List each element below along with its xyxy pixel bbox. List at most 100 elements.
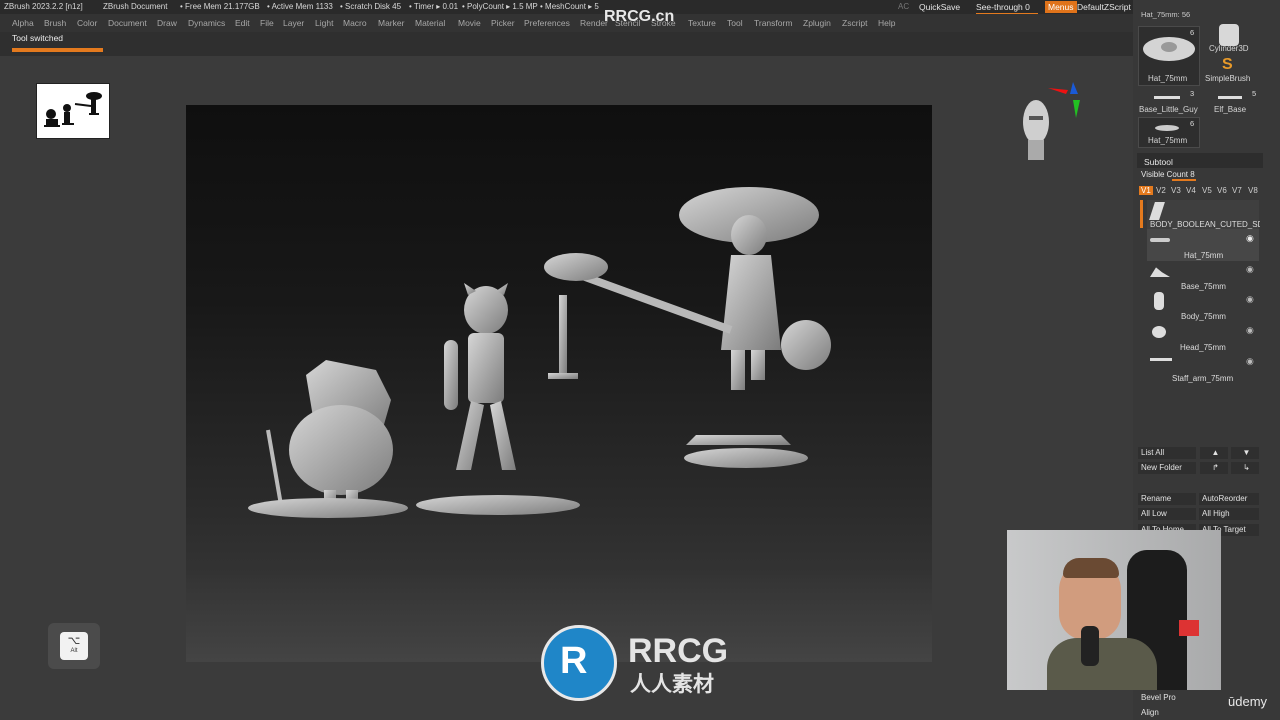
figure-little-guy	[248, 360, 408, 518]
menu-preferences[interactable]: Preferences	[524, 18, 570, 28]
arrow-up-icon[interactable]: ▲	[1200, 447, 1228, 459]
visible-count: Visible Count 8	[1141, 170, 1195, 179]
subtool-label: Hat_75mm	[1184, 251, 1224, 260]
version-tab-v4[interactable]: V4	[1186, 186, 1196, 195]
menu-file[interactable]: File	[260, 18, 274, 28]
tool-count: 3	[1190, 89, 1195, 98]
timer: • Timer ▸ 0.01	[409, 2, 459, 11]
notification-progress	[12, 48, 103, 52]
scratch-disk: • Scratch Disk 45	[340, 2, 402, 11]
version-tab-v6[interactable]: V6	[1217, 186, 1227, 195]
tool-label: Elf_Base	[1214, 105, 1247, 114]
menu-alpha[interactable]: Alpha	[12, 18, 34, 28]
figure-girl-with-staff	[544, 187, 831, 468]
figure-elf	[416, 283, 580, 515]
watermark-top: RRCG.cn	[604, 8, 675, 25]
meshcount: • MeshCount ▸ 5	[540, 2, 599, 11]
menu-picker[interactable]: Picker	[491, 18, 515, 28]
menu-help[interactable]: Help	[878, 18, 895, 28]
elf-base-thumb-icon[interactable]	[1218, 96, 1242, 99]
eye-icon[interactable]: ◉	[1246, 264, 1254, 275]
hair-shape	[1063, 558, 1119, 578]
webcam-overlay	[1007, 530, 1221, 690]
version-tab-v8[interactable]: V8	[1248, 186, 1258, 195]
subtool-label: BODY_BOOLEAN_CUTED_SDM	[1150, 220, 1260, 229]
version-tab-v1[interactable]: V1	[1139, 186, 1153, 195]
menu-tool[interactable]: Tool	[727, 18, 743, 28]
thumbnail-figures-icon	[44, 92, 102, 127]
menu-layer[interactable]: Layer	[283, 18, 304, 28]
menu-dynamics[interactable]: Dynamics	[188, 18, 225, 28]
simplebrush-icon[interactable]: S	[1222, 56, 1233, 74]
menu-marker[interactable]: Marker	[378, 18, 404, 28]
alt-key-indicator: ⌥ Alt	[48, 623, 100, 669]
default-zscript-button[interactable]: DefaultZScript	[1077, 1, 1131, 13]
alt-key-label: Alt	[70, 648, 78, 654]
staff-arm-subtool-icon	[1150, 358, 1172, 361]
rrcg-logo-icon: R	[541, 625, 617, 701]
quicksave-button[interactable]: QuickSave	[919, 1, 960, 13]
tool-count: 6	[1190, 28, 1195, 37]
menus-toggle[interactable]: Menus	[1045, 1, 1077, 13]
document-thumbnail[interactable]	[36, 83, 110, 139]
menu-material[interactable]: Material	[415, 18, 445, 28]
eye-icon[interactable]: ◉	[1246, 356, 1254, 367]
tool-label: Hat_75mm	[1148, 136, 1188, 145]
notification-strip	[0, 32, 1133, 56]
tool-count: 6	[1190, 119, 1195, 128]
version-tab-v3[interactable]: V3	[1171, 186, 1181, 195]
shirt-shape	[1047, 638, 1157, 690]
subtool-label: Base_75mm	[1181, 282, 1226, 291]
menu-movie[interactable]: Movie	[458, 18, 481, 28]
menu-texture[interactable]: Texture	[688, 18, 716, 28]
menu-transform[interactable]: Transform	[754, 18, 792, 28]
rrcg-logo-text: RRCG	[628, 632, 729, 670]
navigation-gizmo[interactable]	[1018, 80, 1088, 165]
version-tab-v2[interactable]: V2	[1156, 186, 1166, 195]
rename-button[interactable]: Rename	[1138, 493, 1196, 505]
menu-zplugin[interactable]: Zplugin	[803, 18, 831, 28]
tool-top-label: Hat_75mm: 56	[1141, 10, 1191, 19]
move-down-folder-icon[interactable]: ↳	[1231, 462, 1259, 474]
menu-draw[interactable]: Draw	[157, 18, 177, 28]
eye-icon[interactable]: ◉	[1246, 294, 1254, 305]
scene-figures	[248, 187, 831, 518]
move-up-folder-icon[interactable]: ↱	[1200, 462, 1228, 474]
menu-macro[interactable]: Macro	[343, 18, 367, 28]
subtool-label: Staff_arm_75mm	[1172, 374, 1234, 383]
free-mem: • Free Mem 21.177GB	[180, 2, 260, 11]
align-menu[interactable]: Align	[1138, 707, 1218, 719]
tool-label: Hat_75mm	[1148, 74, 1188, 83]
visible-count-slider[interactable]	[1172, 179, 1196, 181]
ac-label: AC	[898, 2, 910, 11]
active-subtool-marker	[1140, 200, 1143, 228]
active-mem: • Active Mem 1133	[267, 2, 333, 11]
rrcg-logo-subtext: 人人素材	[630, 673, 714, 696]
auto-reorder-button[interactable]: AutoReorder	[1199, 493, 1259, 505]
new-folder-button[interactable]: New Folder	[1138, 462, 1196, 474]
menu-light[interactable]: Light	[315, 18, 333, 28]
udemy-watermark: ūdemy	[1228, 694, 1268, 709]
eye-icon[interactable]: ◉	[1246, 233, 1254, 244]
eye-icon[interactable]: ◉	[1246, 325, 1254, 336]
menu-edit[interactable]: Edit	[235, 18, 250, 28]
list-all-button[interactable]: List All	[1138, 447, 1196, 459]
menu-color[interactable]: Color	[77, 18, 97, 28]
app-title: ZBrush 2023.2.2 [n1z]	[4, 2, 83, 11]
hat-subtool-icon	[1150, 238, 1170, 242]
all-low-button[interactable]: All Low	[1138, 508, 1196, 520]
base-little-guy-thumb-icon[interactable]	[1154, 96, 1180, 99]
all-high-button[interactable]: All High	[1199, 508, 1259, 520]
menu-brush[interactable]: Brush	[44, 18, 66, 28]
bevel-pro-menu[interactable]: Bevel Pro	[1138, 692, 1218, 704]
version-tab-v7[interactable]: V7	[1232, 186, 1242, 195]
menu-zscript[interactable]: Zscript	[842, 18, 868, 28]
menu-document[interactable]: Document	[108, 18, 147, 28]
see-through-slider[interactable]: See-through 0	[976, 1, 1038, 15]
subtool-title: Subtool	[1144, 157, 1173, 167]
body-figure-icon	[1154, 292, 1164, 310]
arrow-down-icon[interactable]: ▼	[1231, 447, 1259, 459]
document-title: ZBrush Document	[103, 2, 168, 11]
version-tab-v5[interactable]: V5	[1202, 186, 1212, 195]
cylinder-icon[interactable]	[1219, 24, 1239, 46]
